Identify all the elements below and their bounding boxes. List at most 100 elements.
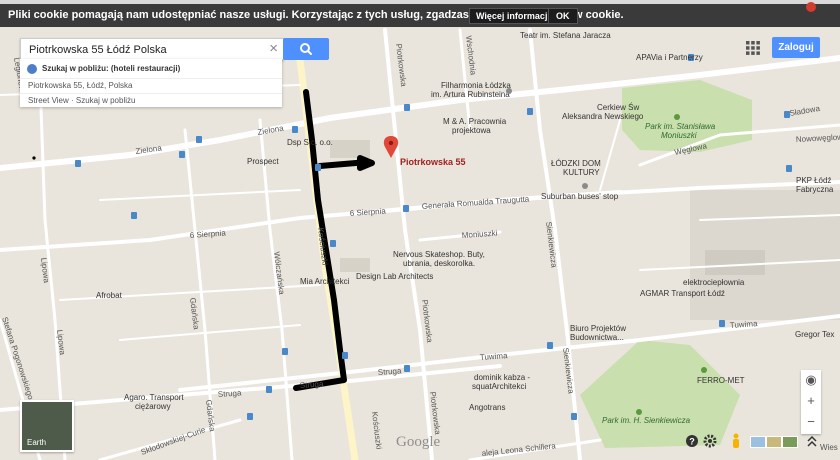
poi-park-sienkiewicza[interactable]: Park im. H. Sienkiewicza xyxy=(602,416,691,425)
suggestion-nearby[interactable]: Szukaj w pobliżu: (hoteli restauracji) xyxy=(20,62,282,76)
bus-stop-icon xyxy=(404,104,410,111)
road-minor xyxy=(99,189,301,201)
street-tuwima: Tuwima xyxy=(480,351,509,362)
bus-stop-icon xyxy=(131,212,137,219)
gear-icon[interactable] xyxy=(703,433,717,449)
road-wolczanska xyxy=(258,118,294,460)
poi-mia[interactable]: Mia Architekci xyxy=(300,277,350,286)
street-tuwima-2: Tuwima xyxy=(730,319,759,330)
pegman-icon[interactable] xyxy=(731,433,741,449)
search-input[interactable] xyxy=(27,41,261,58)
search-box[interactable]: × xyxy=(20,38,284,60)
map-thumbnail[interactable] xyxy=(766,436,782,448)
close-icon[interactable]: × xyxy=(269,40,278,57)
street-wschodnia: Wschodnia xyxy=(464,35,478,76)
building-block xyxy=(705,250,765,275)
my-location-icon[interactable]: ◉ xyxy=(801,370,821,390)
street-sienkiewicza-2: Sienkiewicza xyxy=(561,347,576,395)
poi-angotrans[interactable]: Angotrans xyxy=(469,403,505,412)
street-curie: Skłodowskiej-Curie xyxy=(140,425,208,457)
zoom-in-button[interactable]: + xyxy=(801,391,821,411)
apps-grid-icon[interactable] xyxy=(746,41,760,55)
street-struga: Struga xyxy=(300,379,325,390)
login-button[interactable]: Zaloguj xyxy=(772,37,820,58)
street-schillera: aleja Leona Schillera xyxy=(481,441,556,458)
street-zielona: Zielona xyxy=(135,143,163,156)
poi-dominik-2: squatArchitekci xyxy=(472,382,526,391)
poi-dominik[interactable]: dominik kabza - xyxy=(474,373,530,382)
poi-pracownia-2: projektowa xyxy=(452,126,491,135)
suggestion-street-view[interactable]: Street View · Szukaj w pobliżu xyxy=(20,93,282,107)
suggestion-nearby-label: Szukaj w pobliżu: (hoteli restauracji) xyxy=(42,64,181,73)
street-kosciuszki: Kościuszki xyxy=(316,227,330,266)
bus-stop-icon xyxy=(786,165,792,172)
poi-afrobat[interactable]: Afrobat xyxy=(96,291,123,300)
poi-dsp[interactable]: Dsp S.c. o.o. xyxy=(287,138,333,147)
poi-design-lab[interactable]: Design Lab Architects xyxy=(356,272,433,281)
poi-biuro-2: Budownictwa... xyxy=(570,333,624,342)
street-traugutta: Generała Romualda Traugutta xyxy=(422,194,531,211)
street-lipowa: Lipowa xyxy=(39,257,51,284)
poi-lodzki-dom[interactable]: ŁÓDZKI DOM xyxy=(551,159,601,168)
poi-filharmonia[interactable]: Filharmonia Łódzka xyxy=(441,81,511,90)
poi-biuro[interactable]: Biuro Projektów xyxy=(570,324,626,333)
street-6-sierpnia: 6 Sierpnia xyxy=(190,228,227,240)
map-thumbnail[interactable] xyxy=(750,436,766,448)
poi-teatr[interactable]: Teatr im. Stefana Jaracza xyxy=(520,31,611,40)
help-icon[interactable]: ? xyxy=(685,433,699,449)
place-label[interactable]: Piotrkowska 55 xyxy=(400,157,466,167)
svg-text:?: ? xyxy=(689,437,695,447)
zoom-out-button[interactable]: − xyxy=(801,412,821,432)
poi-agaro[interactable]: Agaro. Transport xyxy=(124,393,184,402)
bus-stop-icon xyxy=(75,160,81,167)
street-gdanska: Gdańska xyxy=(188,297,201,330)
poi-dot-icon xyxy=(582,183,588,189)
suggestion-street-view-label: Street View · Szukaj w pobliżu xyxy=(28,96,136,105)
map-thumbnail[interactable] xyxy=(782,436,798,448)
park-sienkiewicza xyxy=(580,340,740,448)
poi-elektro[interactable]: elektrociepłownia xyxy=(683,278,745,287)
more-info-button[interactable]: Więcej informacji xyxy=(469,8,557,24)
bus-stop-icon xyxy=(403,205,409,212)
location-pin-icon xyxy=(27,64,37,74)
chevron-up-icon[interactable] xyxy=(806,433,818,449)
street-nowoweglowa: Nowowęglowa xyxy=(796,132,840,144)
bus-stop-icon xyxy=(342,352,348,359)
zoom-controls: ◉ + − xyxy=(801,370,821,434)
close-icon[interactable] xyxy=(806,2,816,12)
building-block xyxy=(330,140,370,158)
poi-apavia[interactable]: APAVia i Partnerzy xyxy=(636,53,703,62)
earth-label: Earth xyxy=(27,438,47,447)
cookie-banner: Pliki cookie pomagają nam udostępniać na… xyxy=(0,2,840,27)
poi-nervous[interactable]: Nervous Skateshop. Buty, xyxy=(393,250,485,259)
street-gdanska-2: Gdańska xyxy=(204,399,217,432)
poi-nervous-2: ubrania, deskorolka. xyxy=(403,259,475,268)
poi-cerkiew[interactable]: Cerkiew Św xyxy=(597,103,639,112)
street-piotrkowska: Piotrkowska xyxy=(394,43,408,87)
earth-toggle[interactable]: Earth xyxy=(20,400,74,452)
poi-gregor[interactable]: Gregor Tex xyxy=(795,330,834,339)
poi-prospect[interactable]: Prospect xyxy=(247,157,279,166)
bus-stop-icon xyxy=(404,365,410,372)
poi-pracownia[interactable]: M & A. Pracownia xyxy=(443,117,507,126)
street-6-sierpnia-2: 6 Sierpnia xyxy=(350,206,387,218)
search-suggestions: Szukaj w pobliżu: (hoteli restauracji) P… xyxy=(20,59,282,107)
ok-button[interactable]: OK xyxy=(548,8,578,24)
poi-dot-icon xyxy=(506,88,512,94)
poi-agmar[interactable]: AGMAR Transport Łódź xyxy=(640,289,725,298)
suggestion-address[interactable]: Piotrkowska 55, Łódź, Polska xyxy=(20,78,282,92)
building-block xyxy=(340,258,370,272)
park-icon xyxy=(636,409,642,415)
bus-stop-icon xyxy=(247,413,253,420)
bus-stop-icon xyxy=(719,320,725,327)
poi-pkp[interactable]: PKP Łódź xyxy=(796,176,831,185)
bus-stop-icon xyxy=(315,164,321,171)
poi-filharmonia-2: im. Artura Rubinsteina xyxy=(431,90,510,99)
poi-lodzki-dom-2: KULTURY xyxy=(563,168,600,177)
poi-suburban[interactable]: Suburban buses' stop xyxy=(541,192,619,201)
poi-ferromet[interactable]: FERRO-MET xyxy=(697,376,745,385)
street-struga-2: Struga xyxy=(378,366,403,377)
street-kosciuszki-2: Kościuszki xyxy=(370,411,384,450)
poi-park-moniuszki[interactable]: Park im. Stanisława xyxy=(645,122,716,131)
search-button[interactable] xyxy=(283,38,329,60)
